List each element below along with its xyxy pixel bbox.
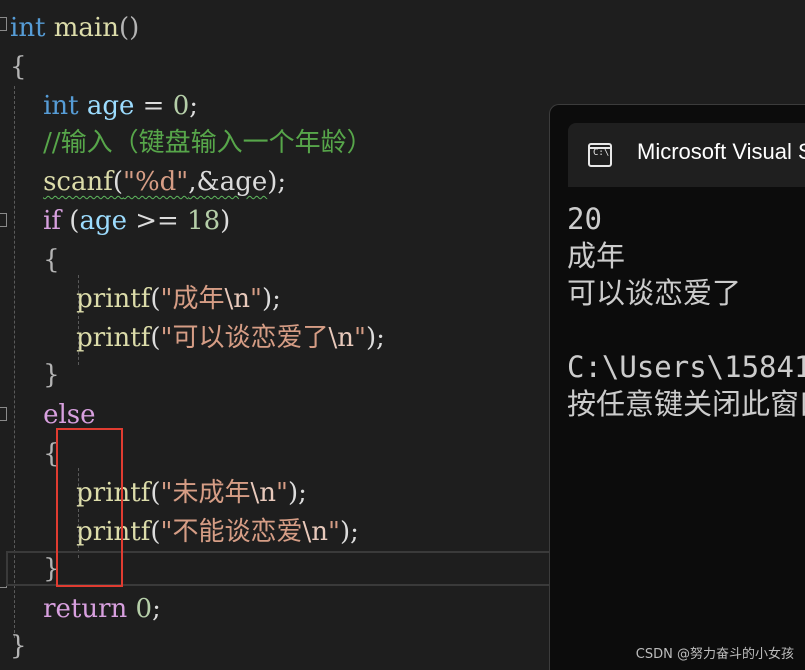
console-output-line: 成年	[567, 239, 626, 273]
escape-sequence: \n	[328, 323, 354, 353]
string-literal: "不能谈恋爱	[160, 517, 303, 547]
console-output-line: 按任意键关闭此窗口	[567, 387, 805, 421]
brace: {	[43, 245, 60, 275]
function-name: scanf	[43, 167, 113, 197]
punctuation: );	[365, 323, 385, 353]
string-quote: "	[275, 478, 288, 508]
fold-marker-else[interactable]	[0, 407, 7, 421]
string-literal: "%d"	[123, 167, 189, 197]
string-quote: "	[353, 323, 366, 353]
string-quote: "	[327, 517, 340, 547]
code-line-6[interactable]: if (age >= 18)	[10, 203, 230, 239]
code-line-13[interactable]: printf("未成年\n");	[10, 475, 307, 511]
brace: }	[10, 631, 27, 661]
fold-marker-main[interactable]	[0, 17, 7, 31]
console-output: 20 成年 可以谈恋爱了 C:\Users\15841 按任意键关闭此窗口	[567, 201, 805, 423]
code-line-4[interactable]: //输入（键盘输入一个年龄）	[10, 125, 373, 161]
console-tab[interactable]: C:\ Microsoft Visual Studio	[568, 123, 805, 187]
semicolon: ;	[189, 91, 199, 121]
watermark: CSDN @努力奋斗的小女孩	[635, 647, 794, 662]
argument: ,&age	[188, 167, 268, 197]
punctuation: );	[287, 478, 307, 508]
string-quote: "	[249, 284, 262, 314]
code-line-5[interactable]: scanf("%d",&age);	[10, 164, 286, 200]
code-line-10[interactable]: }	[10, 357, 60, 393]
number: 18	[187, 206, 221, 236]
number: 0	[172, 91, 190, 121]
escape-sequence: \n	[250, 478, 276, 508]
identifier: age	[86, 91, 135, 121]
punctuation: );	[261, 284, 281, 314]
punctuation: ()	[119, 13, 140, 43]
comment: //输入（键盘输入一个年龄）	[43, 128, 373, 158]
string-literal: "成年	[160, 284, 225, 314]
string-literal: "可以谈恋爱了	[160, 323, 329, 353]
console-title: Microsoft Visual Studio	[637, 139, 805, 164]
punctuation: (	[61, 206, 80, 236]
code-line-17[interactable]: }	[10, 628, 27, 664]
code-line-16[interactable]: return 0;	[10, 591, 161, 627]
keyword: int	[10, 13, 46, 43]
brace: }	[43, 360, 60, 390]
console-output-line: 20	[567, 202, 602, 236]
operator: =	[134, 91, 173, 121]
escape-sequence: \n	[302, 517, 328, 547]
punctuation: (	[150, 284, 161, 314]
semicolon: ;	[152, 594, 161, 624]
annotation-highlight-box	[56, 428, 123, 587]
string-literal: "未成年	[160, 478, 251, 508]
identifier: age	[79, 206, 127, 236]
function-name: main	[53, 13, 119, 43]
keyword: return	[43, 594, 128, 624]
terminal-icon: C:\	[588, 143, 612, 167]
keyword: if	[43, 206, 62, 236]
function-name: printf	[76, 323, 151, 353]
punctuation: );	[339, 517, 359, 547]
function-name: printf	[76, 284, 151, 314]
keyword: else	[43, 400, 96, 430]
code-line-1[interactable]: int main()	[10, 10, 139, 46]
code-line-8[interactable]: printf("成年\n");	[10, 281, 281, 317]
console-window[interactable]: C:\ Microsoft Visual Studio 20成年可以谈恋爱了 C:…	[549, 104, 805, 670]
punctuation: (	[112, 167, 123, 197]
operator: >=	[126, 206, 188, 236]
code-line-2[interactable]: {	[10, 49, 27, 85]
code-line-3[interactable]: int age = 0;	[10, 88, 198, 124]
punctuation: )	[220, 206, 231, 236]
punctuation: (	[150, 323, 161, 353]
code-line-15[interactable]: }	[10, 551, 60, 587]
console-output-line: C:\Users\15841	[567, 350, 805, 384]
number: 0	[135, 594, 153, 624]
punctuation: (	[150, 517, 161, 547]
keyword: int	[43, 91, 79, 121]
code-line-7[interactable]: {	[10, 242, 60, 278]
brace: {	[10, 52, 27, 82]
punctuation: );	[267, 167, 287, 197]
fold-marker-if[interactable]	[0, 213, 7, 227]
console-output-line: 可以谈恋爱了	[567, 276, 742, 310]
escape-sequence: \n	[224, 284, 250, 314]
punctuation: (	[150, 478, 161, 508]
code-line-12[interactable]: {	[10, 436, 60, 472]
code-line-9[interactable]: printf("可以谈恋爱了\n");	[10, 320, 385, 356]
